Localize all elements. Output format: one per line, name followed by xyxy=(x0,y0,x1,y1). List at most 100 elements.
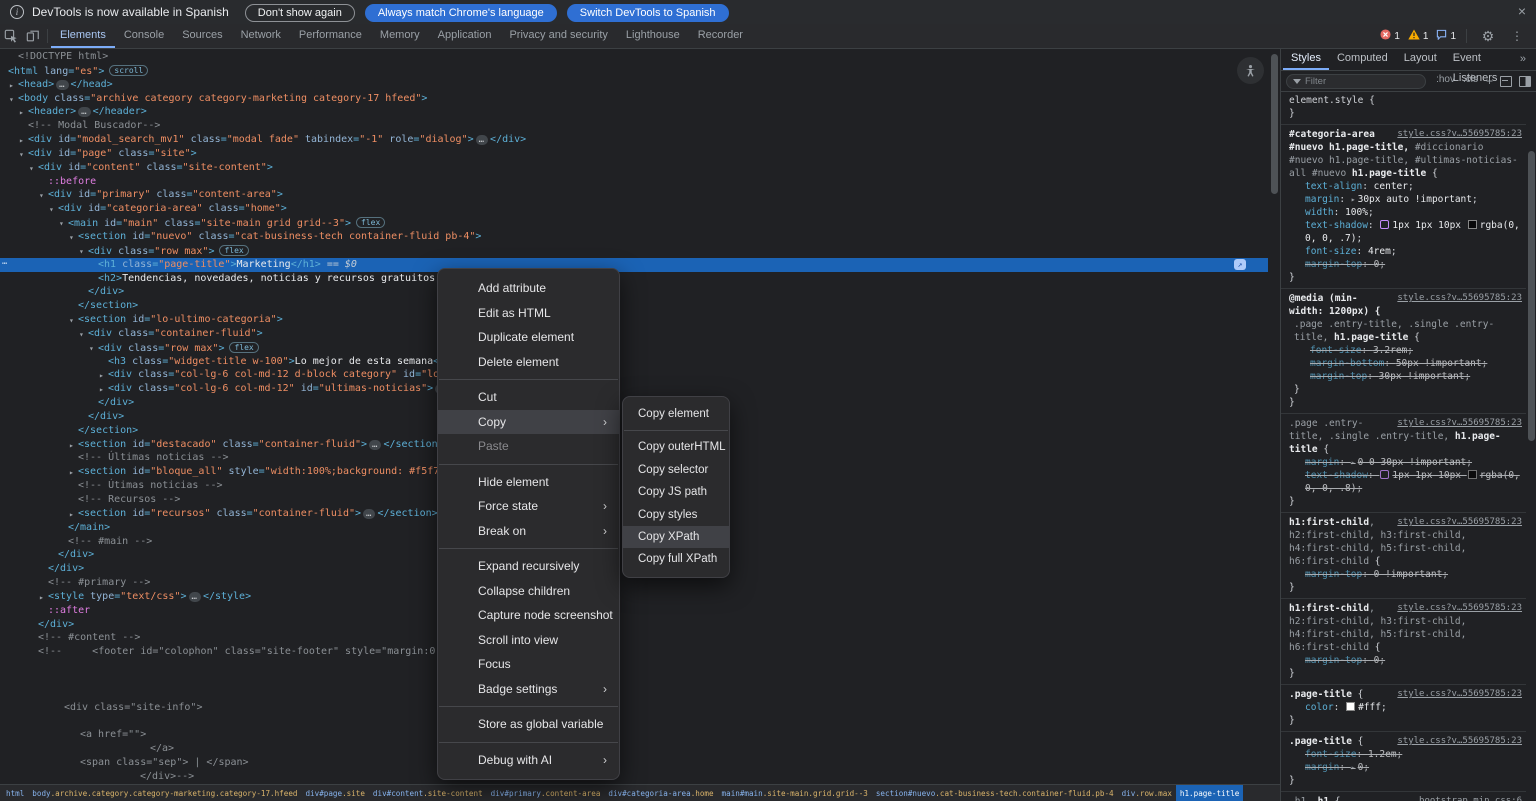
styles-scrollbar[interactable] xyxy=(1527,91,1536,801)
expand-arrow-icon[interactable]: ▾ xyxy=(29,162,34,176)
dom-tree-node[interactable]: ▾<div id="primary" class="content-area"> xyxy=(0,188,1268,202)
dom-tree-node[interactable]: </div> xyxy=(0,618,1268,632)
more-options-kebab-icon[interactable]: ⋮ xyxy=(1506,25,1528,47)
tab-lighthouse[interactable]: Lighthouse xyxy=(617,24,689,48)
infobar-close-icon[interactable]: × xyxy=(1518,3,1526,19)
dom-tree-node[interactable] xyxy=(0,715,1268,729)
error-count-badge[interactable]: 1 xyxy=(1380,29,1400,43)
expand-arrow-icon[interactable]: ▸ xyxy=(39,591,44,605)
expand-arrow-icon[interactable]: ▸ xyxy=(19,106,24,120)
warning-count-badge[interactable]: 1 xyxy=(1408,29,1429,43)
dom-tree-node[interactable]: </a> xyxy=(0,742,1268,756)
expand-ellipsis-button[interactable]: … xyxy=(189,592,201,602)
css-property-font-size[interactable]: font-size: 3.2rem; xyxy=(1294,344,1522,357)
breadcrumb-item[interactable]: h1.page-title xyxy=(1176,785,1243,801)
context-menu-item-capture-node-screenshot[interactable]: Capture node screenshot xyxy=(438,603,619,628)
expand-ellipsis-button[interactable]: … xyxy=(78,107,90,117)
class-toggle[interactable]: .cls xyxy=(1463,74,1478,88)
copy-submenu-item-copy-selector[interactable]: Copy selector xyxy=(623,459,729,481)
expand-arrow-icon[interactable]: ▸ xyxy=(19,134,24,148)
expand-arrow-icon[interactable]: ▾ xyxy=(89,342,94,356)
css-property-margin[interactable]: margin: ▸30px auto !important; xyxy=(1289,193,1522,206)
copy-submenu-item-copy-full-xpath[interactable]: Copy full XPath xyxy=(623,548,729,570)
expand-arrow-icon[interactable]: ▸ xyxy=(99,369,104,383)
stylesheet-link[interactable]: style.css?v…55695785:23 xyxy=(1397,602,1522,615)
breadcrumb-item[interactable]: body.archive.category.category-marketing… xyxy=(28,785,301,801)
expand-ellipsis-button[interactable]: … xyxy=(369,440,381,450)
stylesheet-link[interactable]: bootstrap.min.css:6 xyxy=(1419,795,1522,801)
context-menu-item-cut[interactable]: Cut xyxy=(438,385,619,410)
scrollbar-thumb[interactable] xyxy=(1271,54,1278,194)
dom-tree-node[interactable]: ▾<div id="content" class="site-content"> xyxy=(0,161,1268,175)
css-property-color[interactable]: color: #fff; xyxy=(1289,701,1522,714)
element-state-toggle[interactable]: :hov xyxy=(1436,74,1455,88)
infobar-button-always-match-chrome-s-language[interactable]: Always match Chrome's language xyxy=(365,4,557,22)
expand-arrow-icon[interactable]: ▾ xyxy=(9,93,14,107)
dom-tree-node[interactable]: ▾<section id="lo-ultimo-categoria"> xyxy=(0,313,1268,327)
breadcrumb-item[interactable]: div.row.max xyxy=(1118,785,1176,801)
context-menu-item-hide-element[interactable]: Hide element xyxy=(438,470,619,495)
shadow-editor-icon[interactable] xyxy=(1380,220,1389,229)
css-property-text-align[interactable]: text-align: center; xyxy=(1289,180,1522,193)
flex-badge[interactable]: flex xyxy=(219,245,248,256)
expand-arrow-icon[interactable]: ▾ xyxy=(69,231,74,245)
dom-tree-node[interactable]: <!-- Modal Buscador--> xyxy=(0,119,1268,133)
context-menu-item-scroll-into-view[interactable]: Scroll into view xyxy=(438,628,619,653)
tab-console[interactable]: Console xyxy=(115,24,173,48)
breadcrumb-item[interactable]: div#primary.content-area xyxy=(487,785,605,801)
flex-badge[interactable]: flex xyxy=(229,342,258,353)
expand-arrow-icon[interactable]: ▸ xyxy=(69,439,74,453)
expand-arrow-icon[interactable]: ▾ xyxy=(39,189,44,203)
tab-privacy-and-security[interactable]: Privacy and security xyxy=(500,24,616,48)
context-menu-item-badge-settings[interactable]: Badge settings› xyxy=(438,677,619,702)
dom-tree-node[interactable]: <h2>Tendencias, novedades, noticias y re… xyxy=(0,272,1268,286)
breadcrumb-item[interactable]: div#categoria-area.home xyxy=(604,785,717,801)
shorthand-expand-icon[interactable]: ▸ xyxy=(1351,195,1356,204)
context-menu-item-focus[interactable]: Focus xyxy=(438,652,619,677)
css-property-margin-top[interactable]: margin-top: 0; xyxy=(1289,654,1522,667)
context-menu-item-store-as-global-variable[interactable]: Store as global variable xyxy=(438,712,619,737)
color-swatch[interactable] xyxy=(1468,220,1477,229)
tab-recorder[interactable]: Recorder xyxy=(689,24,752,48)
sidebar-tab-layout[interactable]: Layout xyxy=(1396,48,1445,70)
new-style-rule-button[interactable]: + xyxy=(1486,74,1493,88)
tab-application[interactable]: Application xyxy=(429,24,501,48)
dom-tree-node[interactable]: </div>--> xyxy=(0,770,1268,784)
dom-tree-node[interactable]: ▾<body class="archive category category-… xyxy=(0,92,1268,106)
message-count-badge[interactable]: 1 xyxy=(1436,29,1456,43)
scrollbar-thumb[interactable] xyxy=(1528,151,1535,441)
dom-tree-node[interactable]: ▾<div class="container-fluid"> xyxy=(0,327,1268,341)
shorthand-expand-icon[interactable]: ▸ xyxy=(1351,763,1356,772)
css-property-width[interactable]: width: 100%; xyxy=(1289,206,1522,219)
sidebar-tab-computed[interactable]: Computed xyxy=(1329,48,1396,70)
dom-tree-node[interactable]: </section> xyxy=(0,299,1268,313)
expand-ellipsis-button[interactable]: … xyxy=(56,80,68,90)
dom-tree-node[interactable]: ::after xyxy=(0,604,1268,618)
css-property-font-size[interactable]: font-size: 1.2em; xyxy=(1289,748,1522,761)
css-property-margin-top[interactable]: margin-top: 30px !important; xyxy=(1294,370,1522,383)
context-menu-item-debug-with-ai[interactable]: Debug with AI› xyxy=(438,748,619,773)
dom-tree-node[interactable]: <!-- #content --> xyxy=(0,631,1268,645)
expand-ellipsis-button[interactable]: … xyxy=(476,135,488,145)
copy-submenu-item-copy-styles[interactable]: Copy styles xyxy=(623,504,729,526)
dom-tree-node[interactable]: ▸<div class="col-lg-6 col-md-12 d-block … xyxy=(0,368,1268,382)
context-menu-item-break-on[interactable]: Break on› xyxy=(438,519,619,544)
dom-tree-node[interactable]: ▾<main id="main" class="site-main grid g… xyxy=(0,216,1268,230)
dom-tree-node[interactable]: ▾<div class="row max">flex xyxy=(0,244,1268,258)
copy-submenu-item-copy-outerhtml[interactable]: Copy outerHTML xyxy=(623,436,729,458)
stylesheet-link[interactable]: style.css?v…55695785:23 xyxy=(1397,516,1522,529)
context-menu-item-paste[interactable]: Paste xyxy=(438,434,619,459)
stylesheet-link[interactable]: style.css?v…55695785:23 xyxy=(1397,292,1522,305)
context-menu-item-duplicate-element[interactable]: Duplicate element xyxy=(438,325,619,350)
dom-tree-node[interactable]: <html lang="es">scroll xyxy=(0,64,1268,78)
dom-tree-node[interactable]: </div> xyxy=(0,285,1268,299)
stylesheet-link[interactable]: style.css?v…55695785:23 xyxy=(1397,128,1522,141)
flex-badge[interactable]: flex xyxy=(356,217,385,228)
context-menu-item-force-state[interactable]: Force state› xyxy=(438,494,619,519)
stylesheet-link[interactable]: style.css?v…55695785:23 xyxy=(1397,735,1522,748)
dom-tree-node[interactable] xyxy=(0,687,1268,701)
breadcrumb-item[interactable]: div#content.site-content xyxy=(369,785,487,801)
dom-tree-node[interactable]: ▾<div class="row max">flex xyxy=(0,341,1268,355)
context-menu-item-collapse-children[interactable]: Collapse children xyxy=(438,579,619,604)
expand-arrow-icon[interactable]: ▾ xyxy=(19,148,24,162)
